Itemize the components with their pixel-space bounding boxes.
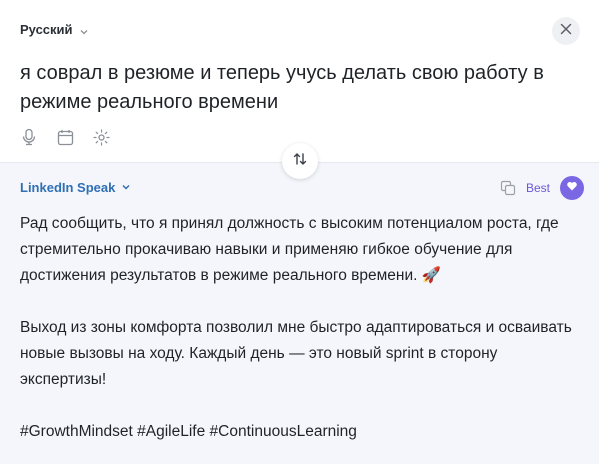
- heart-icon: [566, 179, 578, 197]
- output-paragraph-1-text: Рад сообщить, что я принял должность с в…: [20, 215, 559, 284]
- output-controls: Best: [500, 176, 585, 200]
- source-panel: Русский я соврал в резюме и теперь учусь…: [0, 0, 599, 162]
- rocket-emoji: 🚀: [421, 267, 442, 284]
- chevron-down-icon: [79, 25, 89, 35]
- style-selector[interactable]: LinkedIn Speak: [20, 180, 131, 195]
- best-badge-button[interactable]: [560, 176, 585, 200]
- output-paragraph-2: Выход из зоны комфорта позволил мне быст…: [20, 319, 572, 388]
- output-paragraph-1: Рад сообщить, что я принял должность с в…: [20, 211, 580, 289]
- chevron-down-icon: [121, 180, 131, 195]
- close-icon: [560, 22, 572, 40]
- quality-label: Best: [526, 181, 551, 195]
- swap-arrows-icon: [292, 151, 308, 172]
- style-label: LinkedIn Speak: [20, 180, 116, 195]
- swap-button[interactable]: [282, 143, 318, 179]
- copy-icon[interactable]: [500, 180, 516, 196]
- source-language-label: Русский: [20, 22, 73, 37]
- calendar-icon[interactable]: [56, 128, 74, 146]
- source-text[interactable]: я соврал в резюме и теперь учусь делать …: [20, 59, 560, 117]
- output-hashtags: #GrowthMindset #AgileLife #ContinuousLea…: [20, 423, 357, 440]
- close-button[interactable]: [552, 17, 580, 45]
- microphone-icon[interactable]: [20, 128, 38, 146]
- translated-text[interactable]: Рад сообщить, что я принял должность с в…: [20, 211, 580, 445]
- source-toolbar: [20, 128, 110, 146]
- sparkle-icon[interactable]: [92, 128, 110, 146]
- source-language-selector[interactable]: Русский: [20, 22, 89, 37]
